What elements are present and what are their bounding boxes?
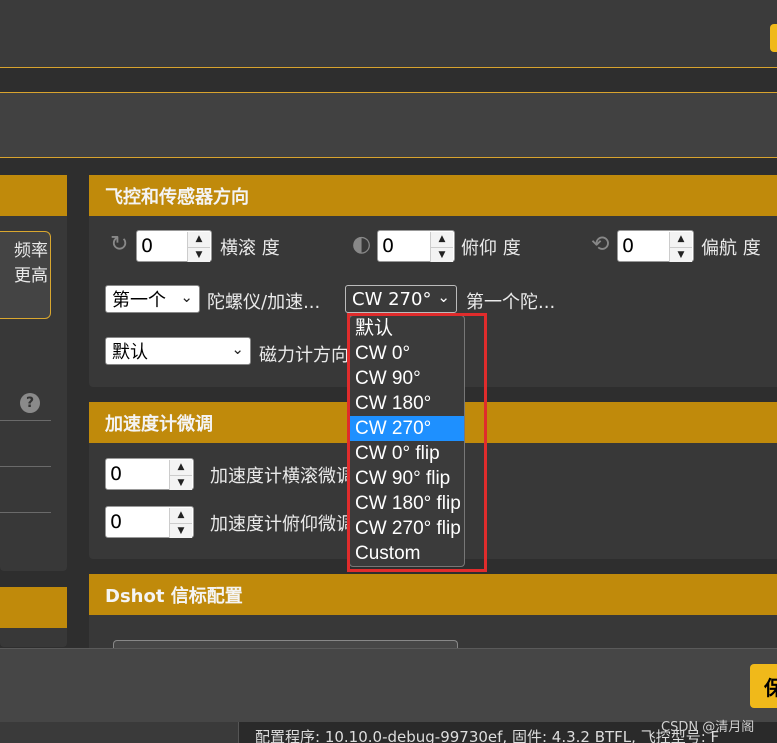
accel-roll-value: 0 (110, 463, 123, 485)
accel-pitch-value: 0 (110, 511, 123, 533)
status-bar-left (0, 722, 238, 743)
help-icon[interactable]: ? (20, 393, 40, 413)
pitch-value: 0 (382, 235, 395, 257)
bottom-action-bar (0, 648, 777, 722)
dropdown-option[interactable]: CW 180° (350, 391, 464, 416)
sub-toolbar (0, 92, 777, 158)
dshot-header: Dshot 信标配置 (89, 574, 777, 615)
mag-label: 磁力计方向 (259, 345, 349, 366)
divider (0, 512, 51, 513)
chevron-down-icon: ⌄ (231, 340, 244, 358)
dropdown-option[interactable]: CW 0° flip (350, 441, 464, 466)
dropdown-option[interactable]: Custom (350, 541, 464, 566)
watermark: CSDN @清月阁 (661, 720, 755, 735)
save-button-label: 保 (764, 675, 777, 700)
accel-trim-title: 加速度计微调 (105, 413, 213, 435)
status-text: 配置程序: 10.10.0-debug-99730ef, 固件: 4.3.2 B… (255, 728, 720, 743)
alignment-select-label: 第一个陀... (466, 292, 556, 313)
left-note-line-2: 更高 (14, 266, 48, 286)
divider (0, 420, 51, 421)
gyro-select[interactable]: 第一个 ⌄ (105, 285, 200, 313)
yaw-input[interactable]: 0 ▲ ▼ (617, 230, 694, 262)
roll-value: 0 (141, 235, 154, 257)
dropdown-option[interactable]: CW 90° (350, 366, 464, 391)
pitch-icon: ◐ (352, 232, 372, 257)
mag-select-value: 默认 (112, 342, 148, 363)
roll-label: 横滚 度 (220, 238, 280, 259)
dropdown-option[interactable]: CW 270° flip (350, 516, 464, 541)
left-note: 频率 更高 (0, 231, 51, 319)
roll-icon: ↻ (110, 232, 129, 257)
gyro-select-value: 第一个 (112, 290, 166, 311)
dropdown-option[interactable]: CW 90° flip (350, 466, 464, 491)
top-badge[interactable] (770, 24, 777, 52)
dropdown-option[interactable]: CW 270° (350, 416, 464, 441)
accel-pitch-label: 加速度计俯仰微调 (210, 514, 354, 535)
left-note-line-1: 频率 (14, 241, 48, 261)
left-panel-header (0, 175, 67, 216)
yaw-value: 0 (622, 235, 635, 257)
roll-stepper[interactable]: ▲ ▼ (187, 232, 210, 262)
yaw-stepper[interactable]: ▲ ▼ (669, 232, 692, 262)
gyro-select-label: 陀螺仪/加速... (207, 292, 321, 313)
pitch-stepper[interactable]: ▲ ▼ (430, 232, 453, 262)
roll-input[interactable]: 0 ▲ ▼ (136, 230, 212, 262)
accel-pitch-stepper[interactable]: ▲ ▼ (169, 508, 192, 538)
chevron-down-icon: ⌄ (180, 288, 193, 306)
orientation-title: 飞控和传感器方向 (105, 186, 249, 208)
accel-roll-input[interactable]: 0 ▲ ▼ (105, 458, 194, 490)
top-toolbar (0, 0, 777, 68)
orientation-header: 飞控和传感器方向 (89, 175, 777, 216)
pitch-label: 俯仰 度 (461, 238, 521, 259)
yaw-icon: ⟲ (591, 232, 610, 257)
accel-pitch-input[interactable]: 0 ▲ ▼ (105, 506, 194, 538)
accel-roll-stepper[interactable]: ▲ ▼ (169, 460, 192, 490)
yaw-label: 偏航 度 (701, 238, 761, 259)
dropdown-option[interactable]: 默认 (350, 316, 464, 341)
dropdown-option[interactable]: CW 180° flip (350, 491, 464, 516)
alignment-select[interactable]: CW 270° ⌄ (345, 285, 457, 313)
left-panel-2-header (0, 587, 67, 628)
alignment-dropdown-list[interactable]: 默认 CW 0° CW 90° CW 180° CW 270° CW 0° flip CW … (349, 315, 465, 567)
pitch-input[interactable]: 0 ▲ ▼ (377, 230, 455, 262)
chevron-down-icon: ⌄ (437, 288, 450, 306)
alignment-select-value: CW 270° (352, 288, 432, 310)
dropdown-option[interactable]: CW 0° (350, 341, 464, 366)
dshot-title: Dshot 信标配置 (105, 585, 243, 607)
mag-select[interactable]: 默认 ⌄ (105, 337, 251, 365)
save-button[interactable]: 保 (750, 664, 777, 708)
divider (0, 466, 51, 467)
accel-roll-label: 加速度计横滚微调 (210, 466, 354, 487)
